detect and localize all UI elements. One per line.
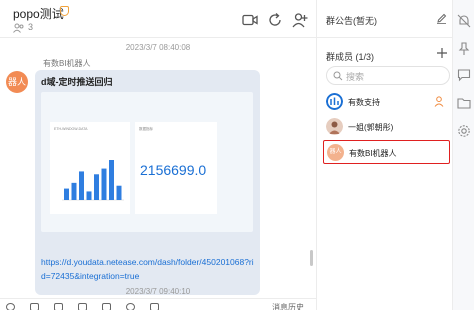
side-rail: [452, 0, 474, 310]
member-item-selected[interactable]: 器人 有数BI机器人: [323, 140, 450, 164]
chart-bar: [116, 185, 122, 200]
message-title: d域-定时推送回归: [41, 77, 113, 87]
screenshot-icon[interactable]: [30, 303, 39, 310]
group-notice-label: 群公告(暂无): [326, 16, 377, 26]
group-notice-row[interactable]: 群公告(暂无): [317, 0, 453, 38]
member-search-input[interactable]: 搜索: [326, 66, 450, 85]
message-list: 2023/3/7 08:40:08 有数BI机器人 器人 d域-定时推送回归 E…: [0, 38, 316, 300]
input-toolbar: 消息历史: [0, 298, 316, 310]
more-icon[interactable]: [150, 303, 159, 310]
add-member-icon[interactable]: [292, 12, 308, 28]
person-icon: [434, 96, 444, 107]
video-call-icon[interactable]: [242, 12, 258, 28]
chart-bar: [86, 191, 92, 200]
chart-bar: [64, 188, 69, 200]
mini-bar-chart: [62, 160, 124, 201]
chat-title[interactable]: popo测试: [13, 5, 64, 22]
folder-icon[interactable]: [457, 96, 471, 110]
message-timestamp: 2023/3/7 09:40:10: [125, 287, 191, 296]
file-icon[interactable]: [78, 303, 87, 310]
avatar[interactable]: 器人: [6, 71, 28, 93]
dashboard-preview-image[interactable]: ETH-WINDOW-DATA 数据指标 2156699.0: [41, 92, 253, 232]
chat-pane: popo测试 3 2023/3/7 08:40:08 有数BI机器人 器人 d域…: [0, 0, 316, 310]
add-icon[interactable]: [436, 47, 448, 59]
edit-icon[interactable]: [436, 13, 447, 24]
message-timestamp: 2023/3/7 08:40:08: [125, 43, 191, 52]
gear-icon[interactable]: [457, 124, 471, 138]
chat-header: popo测试 3: [0, 0, 316, 38]
pin-icon[interactable]: [457, 42, 471, 56]
group-members-label: 群成员 (1/3): [326, 52, 375, 62]
shield-icon: [60, 6, 69, 16]
chart-bar: [71, 182, 77, 200]
members-icon[interactable]: [13, 23, 25, 33]
member-item[interactable]: 一姐(郭朝彤): [323, 115, 450, 139]
image-icon[interactable]: [102, 303, 111, 310]
avatar: [326, 118, 343, 135]
card-caption: 数据指标: [139, 127, 153, 131]
chart-bar: [101, 168, 107, 200]
member-name: 有数BI机器人: [349, 149, 397, 158]
avatar: 器人: [327, 144, 344, 161]
message-history-button[interactable]: 消息历史: [272, 302, 304, 310]
message-bubble[interactable]: d域-定时推送回归 ETH-WINDOW-DATA 数据指标 2156699.0…: [35, 70, 260, 295]
chart-bar: [94, 174, 99, 200]
chart-bar: [79, 171, 84, 200]
notification-off-icon[interactable]: [457, 14, 471, 28]
search-icon: [333, 71, 343, 81]
chat-bubble-icon[interactable]: [457, 68, 471, 82]
dashboard-link[interactable]: https://d.youdata.netease.com/dash/folde…: [41, 255, 256, 283]
calendar-icon[interactable]: [54, 303, 63, 310]
group-info-panel: 群公告(暂无) 群成员 (1/3) 搜索 有数支持 一姐(郭朝彤) 器人 有数B…: [316, 0, 453, 310]
metric-card: 数据指标 2156699.0: [135, 122, 217, 214]
brand-logo-icon: [326, 93, 343, 110]
emoji-icon[interactable]: [6, 303, 15, 310]
member-name: 有数支持: [348, 98, 380, 107]
member-name: 一姐(郭朝彤): [348, 123, 394, 132]
refresh-icon[interactable]: [267, 12, 283, 28]
search-placeholder: 搜索: [346, 72, 365, 82]
bar-chart-card: ETH-WINDOW-DATA: [50, 122, 130, 214]
scrollbar[interactable]: [310, 250, 313, 266]
chart-bar: [109, 160, 114, 200]
metric-value: 2156699.0: [140, 162, 207, 178]
member-count: 3: [28, 22, 34, 32]
clock-icon[interactable]: [126, 303, 135, 310]
member-item[interactable]: 有数支持: [323, 90, 450, 114]
sender-name: 有数BI机器人: [43, 59, 91, 68]
